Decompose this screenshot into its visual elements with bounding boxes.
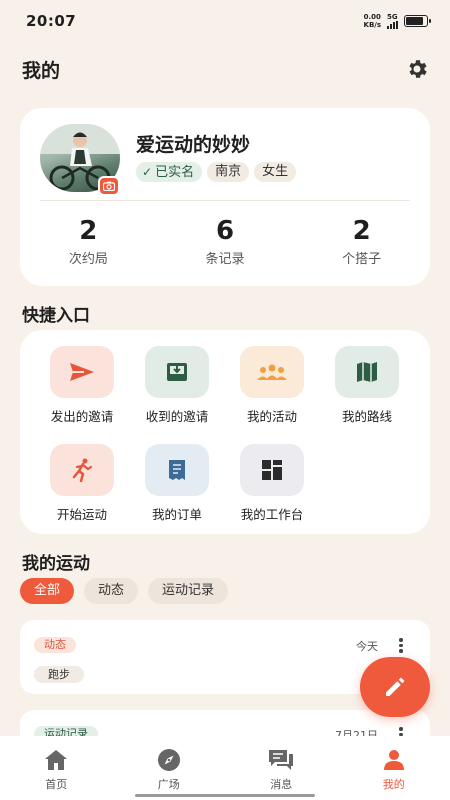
profile-tags: ✓ 已实名 南京 女生 (136, 162, 297, 182)
tab-label: 我的 (382, 778, 405, 791)
user-name: 爱运动的妙妙 (136, 134, 251, 156)
battery-icon (404, 15, 431, 27)
quick-item-my-workbench[interactable]: 我的工作台 (224, 444, 320, 523)
stat-label: 条记录 (205, 252, 245, 267)
filter-row: 全部 动态 运动记录 (20, 578, 229, 604)
more-icon[interactable] (398, 638, 404, 653)
quick-item-my-orders[interactable]: 我的订单 (129, 444, 225, 523)
send-icon (50, 346, 114, 398)
my-sports-title: 我的运动 (22, 554, 90, 574)
quick-label: 开始运动 (56, 507, 107, 522)
profile-stats: 2 次约局 6 条记录 2 个搭子 (20, 216, 430, 267)
tab-label: 广场 (157, 778, 180, 791)
quick-label: 我的路线 (341, 409, 392, 424)
check-icon: ✓ (142, 165, 153, 179)
filter-chip-all[interactable]: 全部 (20, 578, 75, 604)
quick-label: 收到的邀请 (145, 409, 209, 424)
signal-icon: 5G (387, 13, 398, 29)
tab-label: 消息 (270, 778, 293, 791)
camera-icon[interactable] (98, 176, 120, 196)
stat-records[interactable]: 6 条记录 (157, 216, 294, 267)
post-type-badge: 动态 (34, 637, 76, 653)
battery-level (406, 17, 423, 25)
stat-value: 2 (79, 216, 98, 246)
home-indicator (135, 794, 315, 797)
gear-icon[interactable] (404, 56, 430, 82)
receipt-icon (145, 444, 209, 496)
quick-label: 我的工作台 (240, 507, 304, 522)
message-icon (268, 748, 294, 772)
tab-bar: 首页 广场 消息 我的 (0, 736, 450, 800)
dashboard-icon (240, 444, 304, 496)
running-icon (50, 444, 114, 496)
quick-item-start-sport[interactable]: 开始运动 (34, 444, 130, 523)
stat-value: 6 (215, 216, 235, 246)
quick-label: 我的订单 (151, 507, 202, 522)
filter-chip-records[interactable]: 运动记录 (148, 578, 229, 604)
city-tag: 南京 (207, 162, 250, 182)
gender-tag: 女生 (254, 162, 297, 182)
tab-square[interactable]: 广场 (113, 736, 226, 800)
compass-icon (156, 748, 182, 772)
home-icon (43, 748, 69, 772)
avatar-wrap[interactable] (40, 124, 120, 196)
verified-label: 已实名 (155, 165, 195, 180)
quick-label: 发出的邀请 (50, 409, 114, 424)
stat-partners[interactable]: 2 个搭子 (293, 216, 430, 267)
network-type: 5G (387, 13, 398, 21)
status-icons: 0.00 KB/s 5G (364, 13, 431, 29)
tab-label: 首页 (45, 778, 68, 791)
quick-item-received-invites[interactable]: 收到的邀请 (129, 346, 225, 425)
tab-home[interactable]: 首页 (0, 736, 113, 800)
tab-mine[interactable]: 我的 (338, 736, 450, 800)
quick-label: 我的活动 (246, 409, 297, 424)
quick-access-title: 快捷入口 (22, 306, 90, 326)
stat-label: 个搭子 (342, 252, 382, 267)
pencil-icon (386, 677, 405, 696)
map-icon (335, 346, 399, 398)
group-icon (240, 346, 304, 398)
quick-item-my-routes[interactable]: 我的路线 (319, 346, 415, 425)
divider (40, 200, 410, 201)
filter-chip-dynamic[interactable]: 动态 (84, 578, 139, 604)
page-title: 我的 (22, 59, 61, 82)
net-speed-value: 0.00 (363, 13, 381, 21)
page-header: 我的 (0, 50, 450, 88)
post-date: 今天 (356, 640, 378, 653)
status-time: 20:07 (26, 12, 77, 30)
quick-item-sent-invites[interactable]: 发出的邀请 (34, 346, 130, 425)
verified-badge: ✓ 已实名 (136, 162, 203, 182)
inbox-icon (145, 346, 209, 398)
quick-item-my-activities[interactable]: 我的活动 (224, 346, 320, 425)
tab-messages[interactable]: 消息 (225, 736, 338, 800)
status-bar: 20:07 0.00 KB/s 5G (0, 0, 450, 42)
person-icon (381, 748, 407, 772)
stat-value: 2 (352, 216, 371, 246)
quick-access-card: 发出的邀请 收到的邀请 我的活动 我的路线 开始运动 我的订单 我的工作台 (20, 330, 430, 534)
net-speed-unit: KB/s (363, 21, 381, 29)
stat-label: 次约局 (68, 252, 108, 267)
profile-card: 爱运动的妙妙 ✓ 已实名 南京 女生 2 次约局 6 条记录 2 个搭子 (20, 108, 430, 286)
sport-tag: 跑步 (34, 666, 84, 683)
stat-appointments[interactable]: 2 次约局 (20, 216, 157, 267)
net-speed: 0.00 KB/s (364, 13, 381, 29)
create-post-button[interactable] (360, 657, 430, 717)
